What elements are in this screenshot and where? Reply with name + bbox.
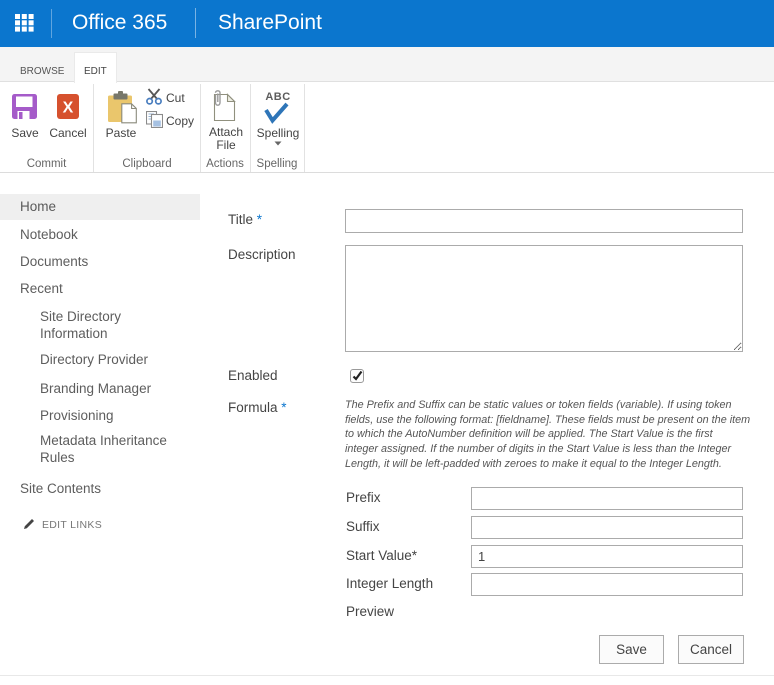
svg-text:X: X (63, 100, 74, 117)
